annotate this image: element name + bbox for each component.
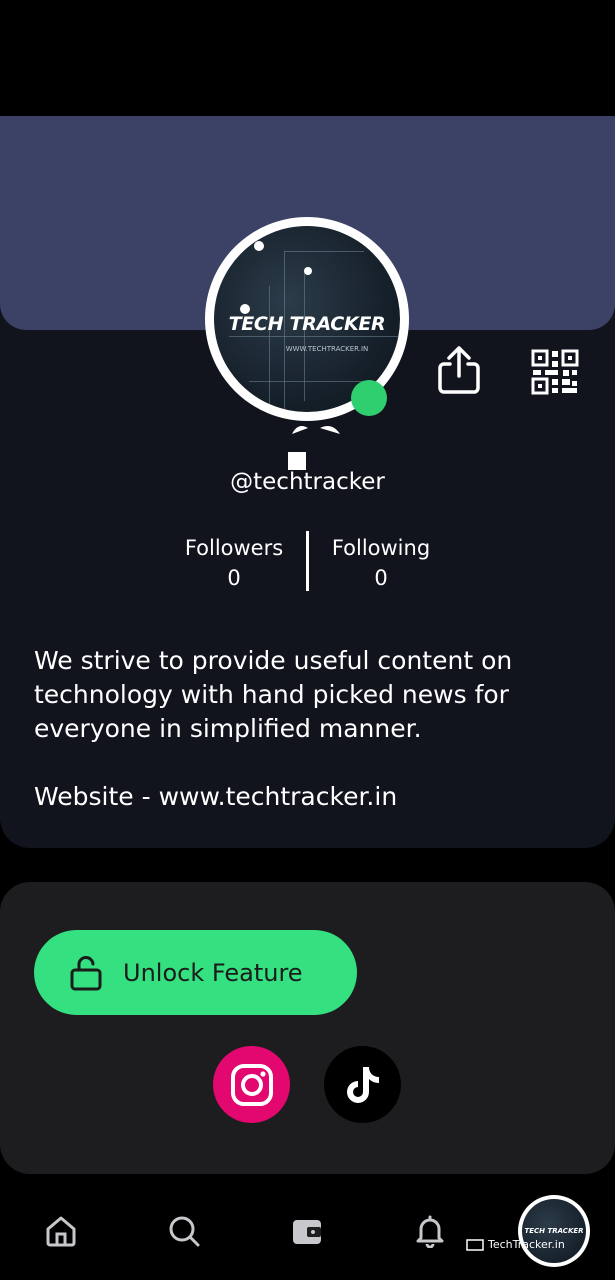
following-label: Following [331,536,431,560]
share-icon [438,346,480,394]
wallet-icon [293,1220,321,1244]
nav-notifications[interactable] [407,1208,453,1254]
home-icon [46,1216,76,1247]
followers-stat[interactable]: Followers 0 [164,533,304,593]
instagram-icon [230,1063,273,1106]
tiktok-icon [346,1066,379,1103]
watermark: TechTracker.in [466,1238,565,1251]
qr-code-button[interactable] [530,348,580,396]
online-status-dot [351,380,387,416]
loading-spinner-icon [286,420,348,476]
nav-profile-avatar: TECH TRACKER [522,1199,586,1263]
avatar-brand-text: TECH TRACKER [228,313,386,335]
bell-icon [416,1215,444,1248]
nav-home[interactable] [38,1208,84,1254]
monitor-icon [466,1238,484,1251]
nav-search[interactable] [161,1208,207,1254]
followers-count: 0 [227,566,241,590]
stats-divider [306,531,309,591]
unlock-feature-label: Unlock Feature [123,958,303,987]
following-stat[interactable]: Following 0 [311,533,451,593]
avatar-url-text: WWW.TECHTRACKER.IN [285,345,369,353]
followers-label: Followers [184,536,284,560]
following-count: 0 [374,566,388,590]
watermark-text: TechTracker.in [488,1238,565,1251]
nav-profile[interactable]: TECH TRACKER [518,1195,590,1267]
tiktok-button[interactable] [324,1046,401,1123]
qr-code-icon [531,349,579,395]
profile-bio: We strive to provide useful content on t… [34,646,513,811]
unlock-feature-button[interactable]: Unlock Feature [34,930,357,1015]
profile-handle: @techtracker [230,469,385,495]
nav-wallet[interactable] [284,1208,330,1254]
instagram-button[interactable] [213,1046,290,1123]
unlock-icon [70,955,102,990]
search-icon [169,1216,200,1247]
share-button[interactable] [436,344,482,396]
action-card [0,882,615,1174]
